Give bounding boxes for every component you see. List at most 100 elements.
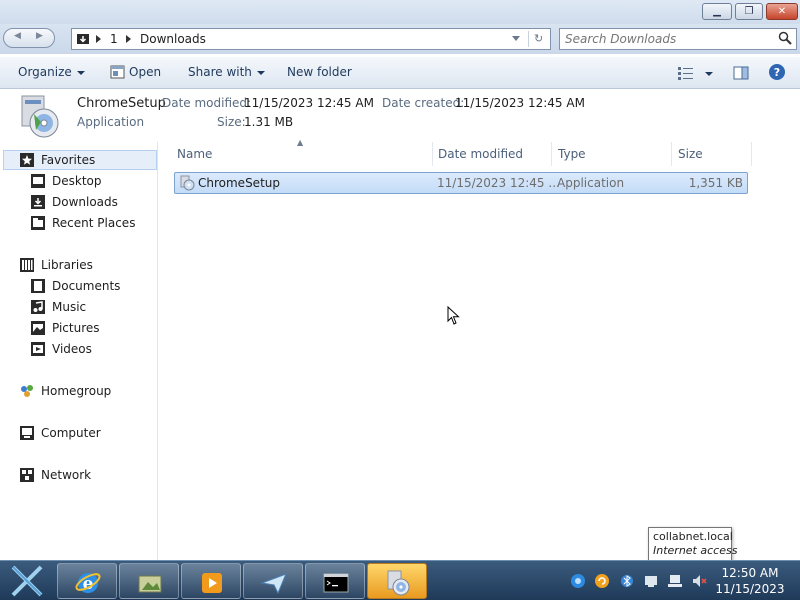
file-type: Application [557,176,625,190]
preview-pane-icon[interactable] [733,65,749,81]
tooltip-network-status: Internet access [653,544,738,557]
back-arrow-icon[interactable]: ◀ [14,31,21,41]
taskbar-file-explorer[interactable] [119,563,179,599]
column-divider[interactable] [751,142,752,166]
star-icon [20,153,34,167]
search-box[interactable] [559,28,797,50]
breadcrumb-separator-icon [126,35,131,43]
nav-label: Videos [52,342,92,356]
view-options-icon[interactable] [678,66,694,80]
open-label: Open [129,65,162,79]
videos-icon [31,342,45,356]
column-divider[interactable] [551,142,552,166]
column-header-size[interactable]: Size [678,142,748,166]
installer-icon [387,570,410,596]
refresh-icon[interactable]: ↻ [534,32,543,45]
history-dropdown-icon[interactable] [512,36,520,41]
breadcrumb-item[interactable]: Downloads [140,32,206,46]
documents-icon [31,279,45,293]
taskbar-command-prompt[interactable] [305,563,365,599]
homegroup-icon [21,385,33,397]
tray-bluetooth-icon[interactable] [619,573,635,589]
svg-text:?: ? [774,66,780,79]
nav-label: Downloads [52,195,118,209]
search-input[interactable] [565,31,765,47]
nav-computer[interactable]: Computer [20,423,150,443]
tray-update-icon[interactable] [594,573,610,589]
nav-label: Pictures [52,321,100,335]
view-dropdown[interactable] [700,66,713,80]
help-icon[interactable]: ? [768,63,786,81]
media-player-icon [202,573,222,593]
file-row[interactable]: ChromeSetup 11/15/2023 12:45 ... Applica… [174,172,748,194]
nav-favorites[interactable]: Favorites [3,150,157,170]
open-button[interactable]: Open [129,65,161,79]
nav-homegroup[interactable]: Homegroup [20,381,150,401]
address-divider [528,31,529,47]
nav-downloads[interactable]: Downloads [31,192,151,212]
column-divider[interactable] [432,142,433,166]
forward-arrow-icon[interactable]: ▶ [36,31,43,41]
close-button[interactable]: ✕ [766,3,798,20]
breadcrumb-item[interactable]: 1 [110,32,118,46]
selected-file-name: ChromeSetup [77,96,166,111]
nav-videos[interactable]: Videos [31,339,151,359]
restore-button[interactable]: ❐ [735,3,763,20]
taskbar-media-player[interactable] [181,563,241,599]
nav-label: Recent Places [52,216,136,230]
minimize-icon: ▁ [713,6,721,17]
nav-label: Favorites [41,153,96,167]
folder-icon [138,575,162,593]
minimize-button[interactable]: ▁ [702,3,732,20]
address-row: ◀ ▶ 1 Downloads ↻ [0,24,800,54]
nav-pictures[interactable]: Pictures [31,318,151,338]
mouse-cursor-icon [447,306,460,325]
chevron-down-icon [256,70,265,75]
taskbar-internet-explorer[interactable]: e [57,563,117,599]
new-folder-button[interactable]: New folder [287,65,352,79]
tray-action-center-icon[interactable] [643,573,659,589]
internet-explorer-icon: e [75,573,101,594]
file-name: ChromeSetup [198,176,280,190]
taskbar-messenger[interactable] [243,563,303,599]
column-header-name[interactable]: Name [177,142,427,166]
nav-documents[interactable]: Documents [31,276,151,296]
installer-icon [180,175,195,191]
nav-libraries[interactable]: Libraries [20,255,150,275]
details-pane: ChromeSetup Application Date modified: 1… [0,90,800,142]
column-header-label: Size [678,147,703,161]
back-forward-buttons[interactable]: ◀ ▶ [3,28,55,48]
nav-desktop[interactable]: Desktop [31,171,151,191]
chevron-down-icon [705,71,713,76]
nav-network[interactable]: Network [20,465,150,485]
search-icon[interactable] [778,31,792,45]
window-titlebar: ▁ ❐ ✕ [0,0,800,24]
organize-menu[interactable]: Organize [18,65,85,79]
file-date-modified: 11/15/2023 12:45 ... [437,176,560,190]
new-folder-label: New folder [287,65,352,79]
tray-sync-icon[interactable] [570,573,586,589]
share-with-label: Share with [188,65,252,79]
column-header-label: Name [177,147,213,161]
tray-volume-muted-icon[interactable] [691,573,707,589]
date-created-label: Date created: [382,96,465,110]
column-header-type[interactable]: Type [558,142,658,166]
tray-network-icon[interactable] [667,573,683,589]
restore-icon: ❐ [744,6,754,17]
column-header-date-modified[interactable]: Date modified [438,142,548,166]
system-clock[interactable]: 12:50 AM 11/15/2023 [712,565,788,597]
address-bar[interactable]: 1 Downloads ↻ [71,28,551,50]
paper-plane-icon [260,573,287,595]
nav-recent-places[interactable]: Recent Places [31,213,151,233]
share-with-menu[interactable]: Share with [188,65,265,79]
size-value: 1.31 MB [244,115,294,129]
computer-icon [20,426,34,440]
start-button-icon[interactable] [8,564,46,598]
taskbar-chrome-setup[interactable] [367,563,427,599]
taskbar: e 12:50 AM 11/15/2023 [0,560,800,600]
pictures-icon [31,321,45,335]
installer-icon [21,95,59,138]
column-divider[interactable] [671,142,672,166]
nav-music[interactable]: Music [31,297,151,317]
nav-label: Music [52,300,87,314]
